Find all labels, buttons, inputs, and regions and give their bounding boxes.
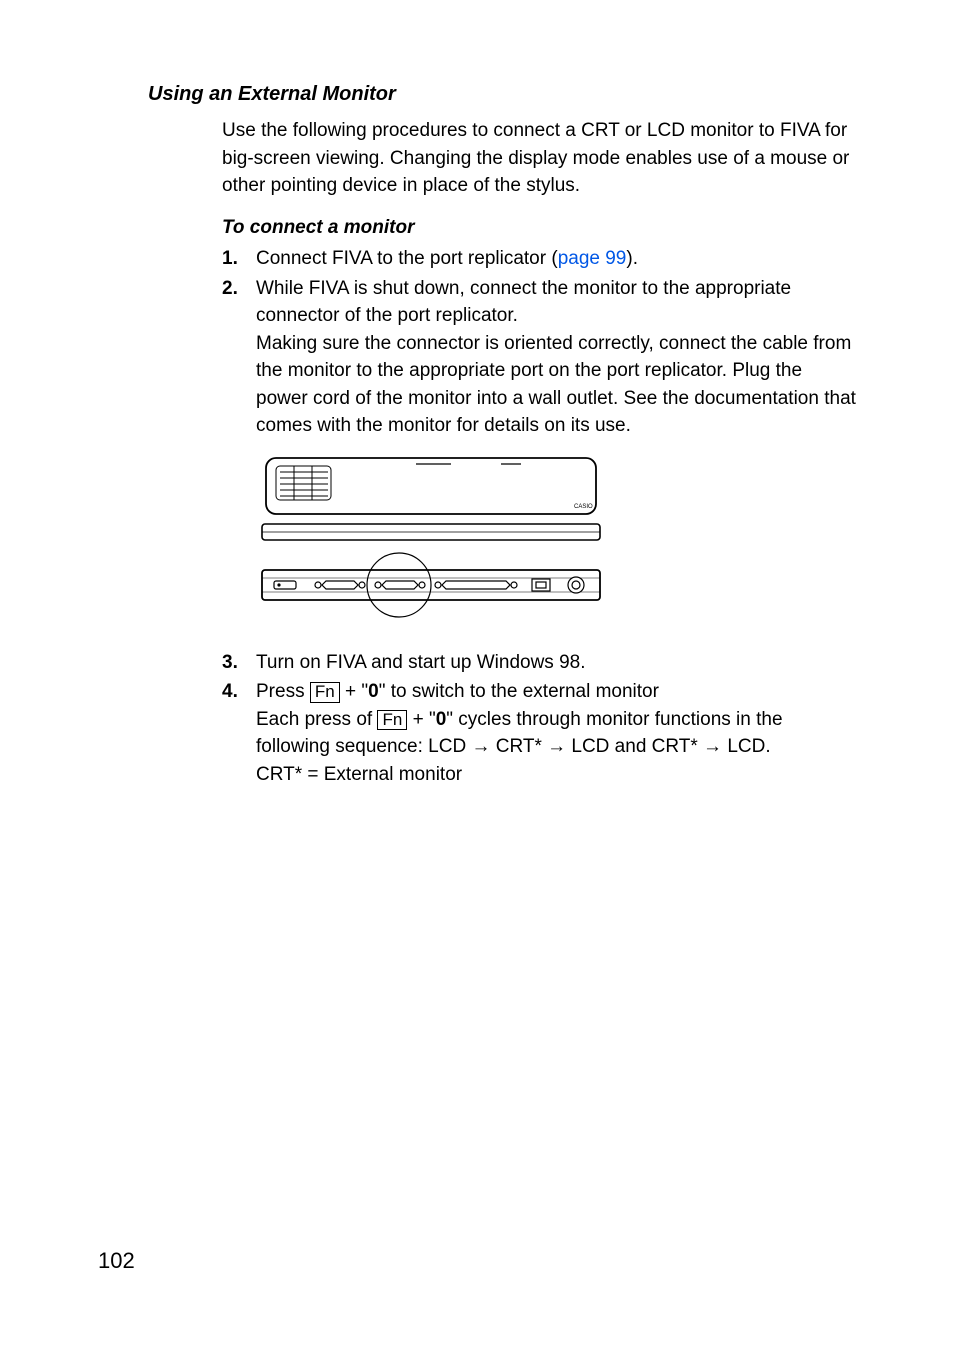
port-replicator-illustration: CASIO [256, 452, 859, 631]
intro-paragraph: Use the following procedures to connect … [222, 117, 859, 200]
page-number: 102 [98, 1245, 135, 1277]
step-1: 1. Connect FIVA to the port replicator (… [222, 245, 859, 273]
step-body: Press Fn + "0" to switch to the external… [256, 678, 859, 788]
step-body: Turn on FIVA and start up Windows 98. [256, 649, 859, 677]
step-4-t3: " to switch to the external monitor [379, 681, 659, 702]
zero-key: 0 [436, 709, 447, 730]
step-number: 2. [222, 275, 256, 440]
step-number: 4. [222, 678, 256, 788]
step-2: 2. While FIVA is shut down, connect the … [222, 275, 859, 440]
step-number: 1. [222, 245, 256, 273]
step-3: 3. Turn on FIVA and start up Windows 98. [222, 649, 859, 677]
step-body: Connect FIVA to the port replicator (pag… [256, 245, 859, 273]
page-reference-link[interactable]: page 99 [558, 248, 627, 269]
step-body: While FIVA is shut down, connect the mon… [256, 275, 859, 440]
sub-heading: To connect a monitor [222, 214, 859, 242]
svg-text:CASIO: CASIO [574, 504, 593, 510]
section-heading: Using an External Monitor [148, 80, 859, 109]
step-4: 4. Press Fn + "0" to switch to the exter… [222, 678, 859, 788]
step-4-t2: + " [340, 681, 368, 702]
step-2-line1: While FIVA is shut down, connect the mon… [256, 275, 859, 330]
step-1-pre: Connect FIVA to the port replicator ( [256, 248, 558, 269]
step-4-t7: CRT* = External monitor [256, 761, 859, 789]
step-4-t5: + " [407, 709, 435, 730]
step-4-t1: Press [256, 681, 310, 702]
step-number: 3. [222, 649, 256, 677]
fn-keycap: Fn [310, 682, 340, 703]
step-4-t4: Each press of [256, 709, 377, 730]
step-2-line2: Making sure the connector is oriented co… [256, 330, 859, 440]
fn-keycap: Fn [377, 710, 407, 731]
step-1-post: ). [626, 248, 638, 269]
zero-key: 0 [368, 681, 379, 702]
